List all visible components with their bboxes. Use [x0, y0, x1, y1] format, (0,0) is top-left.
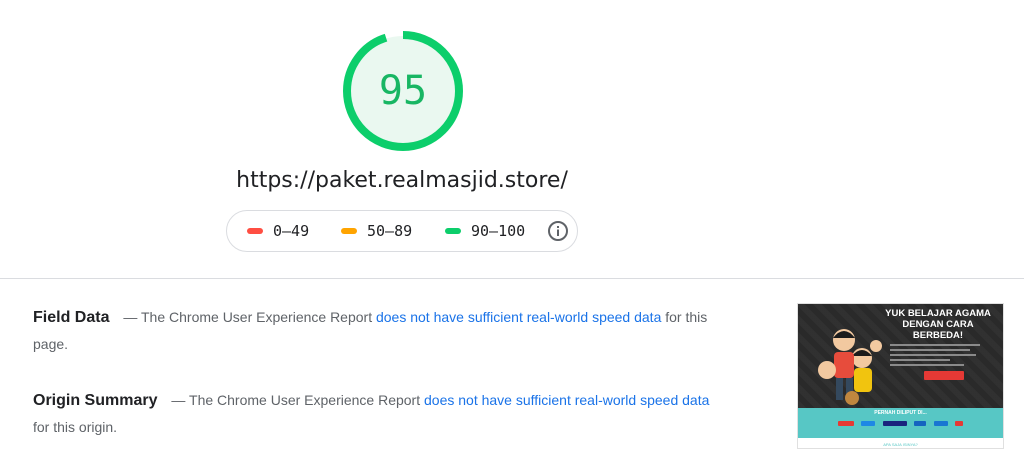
field-data-prefix: — The Chrome User Experience Report — [123, 309, 373, 325]
thumbnail-media-logos — [838, 421, 963, 429]
origin-summary-prefix: — The Chrome User Experience Report — [171, 392, 421, 408]
thumbnail-bottom-text: APA SAJA ISINYA? — [883, 442, 918, 447]
thumbnail-cta-button — [924, 371, 964, 380]
performance-score-gauge: 95 — [341, 29, 465, 153]
legend-item-fail: 0–49 — [247, 211, 309, 251]
legend-label-pass: 90–100 — [471, 222, 526, 240]
score-legend: 0–49 50–89 90–100 — [226, 210, 578, 252]
thumbnail-body-text — [890, 344, 980, 369]
page-screenshot-thumbnail: YUK BELAJAR AGAMA DENGAN CARA BERBEDA! P… — [797, 303, 1004, 449]
section-divider — [0, 278, 1024, 279]
origin-summary-link[interactable]: does not have sufficient real-world spee… — [424, 392, 709, 408]
legend-orange-dash — [341, 228, 357, 234]
score-header: 95 https://paket.realmasjid.store/ 0–49 … — [0, 0, 1024, 278]
legend-label-average: 50–89 — [367, 222, 413, 240]
legend-label-fail: 0–49 — [273, 222, 310, 240]
legend-red-dash — [247, 228, 263, 234]
performance-score-value: 95 — [378, 68, 428, 114]
thumbnail-cartoon-characters — [818, 329, 882, 405]
origin-summary-heading: Origin Summary — [33, 392, 158, 409]
legend-item-pass: 90–100 — [445, 211, 525, 251]
field-data-section: Field Data — The Chrome User Experience … — [33, 304, 713, 357]
origin-summary-suffix: for this origin. — [33, 419, 118, 435]
field-data-link[interactable]: does not have sufficient real-world spee… — [376, 309, 661, 325]
thumbnail-band-text: PERNAH DILIPUT DI... — [874, 410, 927, 416]
thumbnail-headline: YUK BELAJAR AGAMA DENGAN CARA BERBEDA! — [885, 308, 991, 341]
legend-item-average: 50–89 — [341, 211, 412, 251]
tested-url: https://paket.realmasjid.store/ — [236, 168, 568, 193]
legend-green-dash — [445, 228, 461, 234]
field-data-heading: Field Data — [33, 309, 110, 326]
origin-summary-section: Origin Summary — The Chrome User Experie… — [33, 387, 713, 440]
info-icon[interactable] — [547, 220, 569, 242]
